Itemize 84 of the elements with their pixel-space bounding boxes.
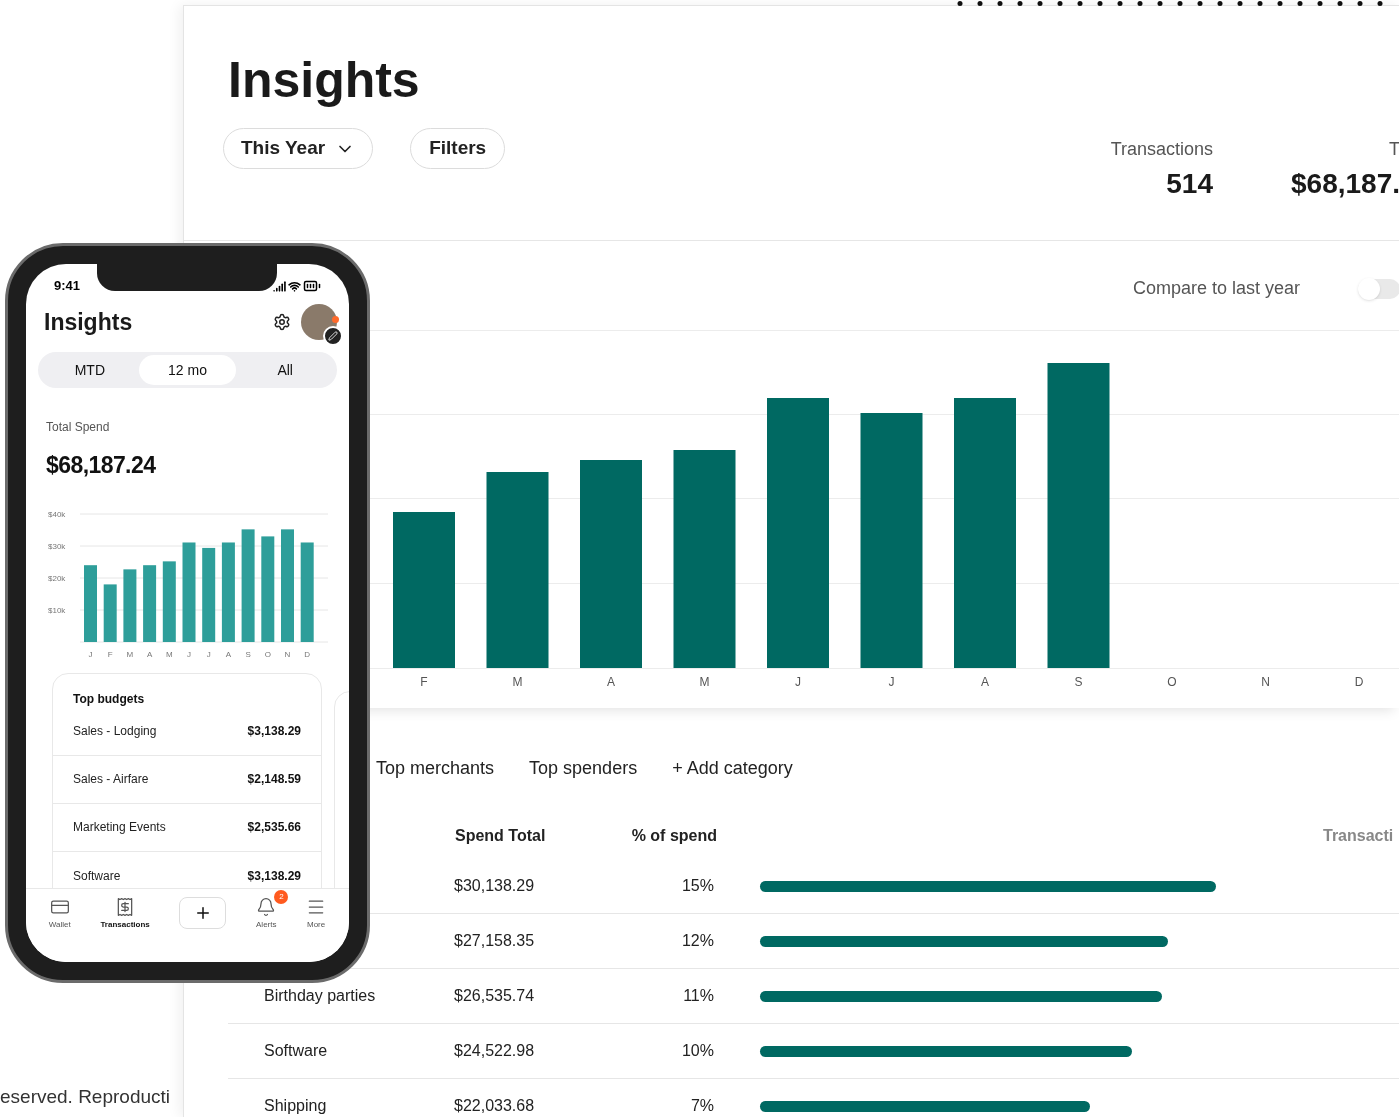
row-spend: $30,138.29 [454,876,536,896]
alert-count-badge: 2 [274,890,289,904]
row-name: Birthday parties [264,987,376,1004]
category-tab[interactable]: + Add category [672,755,793,782]
row-name: Shipping [264,1097,327,1114]
month-label: M [512,675,523,689]
x-axis-label: M [165,649,173,659]
signal-icon [273,279,286,293]
x-axis-label: J [88,649,93,659]
row-spend: $24,522.98 [454,1041,536,1061]
stat-label: Transactions [1110,138,1213,161]
nav-tab[interactable]: Transactions [100,897,150,931]
budget-amount: $2,148.59 [247,771,301,788]
month-label: J [888,675,895,689]
footer-text: eserved. Reproducti [0,1084,172,1109]
x-axis-label: M [126,649,134,659]
month-label: S [1074,675,1083,689]
compare-toggle[interactable] [1358,278,1399,299]
x-axis-label: D [304,649,311,659]
month-label: M [699,675,710,689]
status-time: 9:41 [54,277,81,296]
month-label: F [420,675,428,689]
row-percent: 12% [680,931,714,951]
screen-title: Insights [44,307,133,337]
budget-name: Marketing Events [73,819,166,836]
y-axis-label: $30k [48,541,66,551]
settings-icon[interactable] [273,313,291,331]
bell-icon [256,897,277,917]
month-label: A [607,675,615,689]
stat-label: T [1389,138,1399,161]
x-axis-label: J [187,649,191,659]
month-label: J [795,675,801,689]
total-spend-label: Total Spend [46,419,111,436]
row-percent: 7% [689,1096,714,1116]
budget-name: Sales - Airfare [73,771,149,788]
row-percent: 11% [682,986,714,1006]
row-spend: $22,033.68 [454,1096,536,1116]
month-label: O [1167,675,1177,689]
page-title: Insights [228,51,421,110]
compare-label: Compare to last year [1132,277,1300,300]
budget-name: Sales - Lodging [73,723,157,740]
budget-amount: $2,535.66 [247,819,301,836]
x-axis-label: F [107,649,113,659]
budget-row[interactable]: Marketing Events $2,535.66 [53,803,321,852]
budget-amount: $3,138.29 [247,723,301,740]
x-axis-label: O [264,649,271,659]
category-tab[interactable]: Top merchants [376,755,495,782]
nav-tab[interactable]: More [306,897,327,931]
row-spend: $27,158.35 [454,931,536,951]
period-segment[interactable]: MTD [41,355,139,385]
y-axis-label: $10k [48,605,66,615]
x-axis-label: A [225,649,232,659]
y-axis-label: $20k [48,573,66,583]
month-label: A [981,675,989,689]
row-percent: 10% [680,1041,714,1061]
x-axis-label: S [245,649,251,659]
x-axis-label: N [284,649,291,659]
nav-tab[interactable]: Alerts [256,897,277,931]
row-name: Software [264,1042,328,1059]
nav-tab[interactable]: Wallet [48,897,71,931]
budget-row[interactable]: Sales - Lodging $3,138.29 [53,707,321,756]
row-spend: $26,535.74 [454,986,536,1006]
category-tab[interactable]: Top spenders [529,755,638,782]
stat-value: 514 [1166,167,1213,201]
month-label: D [1354,675,1364,689]
total-spend-amount: $68,187.24 [46,451,157,480]
x-axis-label: J [206,649,211,659]
budget-name: Software [73,867,121,885]
period-segment[interactable]: All [236,355,334,385]
month-label: N [1261,675,1270,689]
stat-value: $68,187. [1291,167,1399,201]
y-axis-label: $40k [48,509,66,519]
column-header: Spend Total [455,826,547,846]
budgets-title: Top budgets [72,690,146,708]
column-header: % of spend [630,826,717,846]
row-percent: 15% [680,876,714,896]
budget-row[interactable]: Sales - Airfare $2,148.59 [53,755,321,804]
column-header: Transacti [1323,826,1394,846]
pen-icon [328,331,338,341]
budget-amount: $3,138.29 [247,867,301,885]
wifi-icon [288,279,301,293]
add-button[interactable] [179,897,227,929]
period-segment[interactable]: 12 mo [138,355,237,385]
x-axis-label: A [146,649,153,659]
